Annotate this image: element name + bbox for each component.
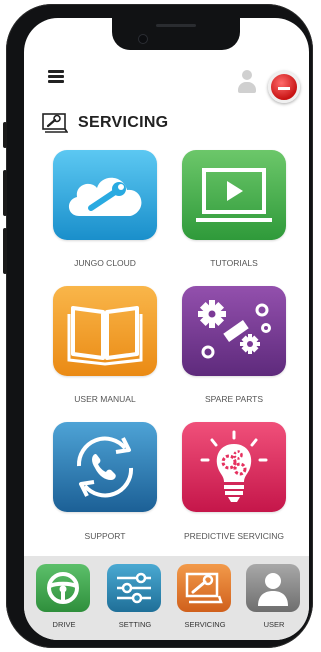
steering-wheel-icon — [36, 564, 90, 612]
silent-switch — [3, 122, 7, 148]
open-book-icon — [53, 286, 157, 376]
tile-label-jungo-cloud: JUNGO CLOUD — [74, 258, 136, 268]
tile-label-spare-parts: SPARE PARTS — [204, 394, 264, 404]
gears-parts-icon — [182, 286, 286, 376]
user-manual-tile[interactable] — [53, 286, 157, 376]
servicing-wrench-icon — [177, 564, 231, 612]
lightbulb-gears-icon — [182, 422, 286, 512]
bottom-nav-bar: DRIVE SETTING SERVICING USER — [24, 556, 309, 640]
nav-label-drive: DRIVE — [52, 620, 76, 629]
nav-label-user: USER — [263, 620, 285, 629]
nav-servicing[interactable]: SERVICING — [177, 564, 233, 634]
tile-label-user-manual: USER MANUAL — [74, 394, 136, 404]
page-title: SERVICING — [78, 114, 169, 131]
predictive-servicing-tile[interactable] — [182, 422, 286, 512]
volume-up-button — [3, 170, 7, 216]
cloud-wrench-icon — [53, 150, 157, 240]
tutorials-tile[interactable] — [182, 150, 286, 240]
user-silhouette-icon[interactable] — [238, 70, 256, 96]
phone-sync-icon — [53, 422, 157, 512]
spare-parts-tile[interactable] — [182, 286, 286, 376]
app-screen: SERVICING JUNGO CLOUD TUTORIALS USER MAN… — [24, 18, 309, 640]
nav-label-setting: SETTING — [118, 620, 152, 629]
sliders-icon — [107, 564, 161, 612]
notch — [112, 18, 240, 50]
phone-frame: SERVICING JUNGO CLOUD TUTORIALS USER MAN… — [3, 4, 313, 648]
servicing-wrench-icon — [42, 113, 68, 133]
user-silhouette-icon — [246, 564, 300, 612]
nav-drive[interactable]: DRIVE — [36, 564, 92, 634]
tile-label-support: SUPPORT — [84, 531, 126, 541]
nav-user[interactable]: USER — [246, 564, 302, 634]
camera-icon — [138, 34, 148, 44]
nav-setting[interactable]: SETTING — [107, 564, 163, 634]
tile-label-predictive-servicing: PREDICTIVE SERVICING — [184, 531, 284, 541]
jungo-cloud-tile[interactable] — [53, 150, 157, 240]
tile-label-tutorials: TUTORIALS — [210, 258, 258, 268]
page-header: SERVICING — [42, 113, 168, 133]
nav-label-servicing: SERVICING — [184, 620, 226, 629]
speaker-grille — [156, 24, 196, 27]
volume-down-button — [3, 228, 7, 274]
video-play-icon — [182, 150, 286, 240]
hamburger-menu-icon[interactable] — [48, 70, 64, 84]
power-button-icon[interactable] — [268, 71, 300, 103]
support-tile[interactable] — [53, 422, 157, 512]
